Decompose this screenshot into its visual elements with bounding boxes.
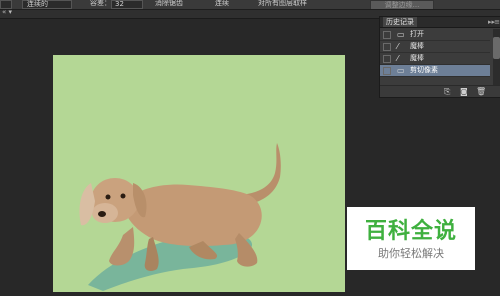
history-state-checkbox[interactable]: [383, 67, 391, 75]
document-icon: ▭: [397, 66, 405, 75]
watermark-subtitle: 助你轻松解决: [378, 247, 444, 260]
options-bar: 连续的 容差： 32 消除锯齿 连续 对所有图层取样 调整边缘...: [0, 0, 500, 10]
history-item-label: 魔棒: [410, 54, 424, 62]
history-item-label: 打开: [410, 30, 424, 38]
new-snapshot-icon[interactable]: ◙: [460, 86, 468, 97]
new-document-from-state-icon[interactable]: ⎘: [444, 86, 450, 97]
watermark-title: 百科全说: [364, 219, 457, 244]
refine-edge-button[interactable]: 调整边缘...: [370, 0, 434, 9]
tab-scroll-arrows[interactable]: « ▾: [2, 8, 12, 16]
history-state-checkbox[interactable]: [383, 55, 391, 63]
tolerance-label: 容差：: [90, 0, 111, 7]
history-state-checkbox[interactable]: [383, 43, 391, 51]
history-panel-footer: ⎘ ◙ 🗑: [380, 85, 500, 97]
history-scrollbar[interactable]: [493, 29, 500, 85]
history-item-magic-wand-2[interactable]: ⁄ 魔棒: [380, 53, 490, 65]
sample-size-value: 连续的: [27, 0, 48, 8]
history-scrollbar-thumb[interactable]: [493, 37, 500, 59]
history-item-open[interactable]: ▭ 打开: [380, 29, 490, 41]
watermark: 百科全说 助你轻松解决: [347, 207, 475, 270]
document-icon: ▭: [397, 30, 405, 39]
sample-all-layers-checkbox[interactable]: 对所有图层取样: [258, 0, 307, 8]
dog-image: [79, 143, 281, 291]
history-item-magic-wand-1[interactable]: ⁄ 魔棒: [380, 41, 490, 53]
history-panel: 历史记录 ▸▸ ≡ ▭ 打开 ⁄ 魔棒 ⁄ 魔棒 ▭ 剪切像素 ⎘ ◙ 🗑: [379, 16, 500, 98]
panel-menu-icon[interactable]: ≡: [494, 17, 500, 27]
magic-wand-icon: ⁄: [397, 54, 399, 63]
document-canvas[interactable]: [53, 55, 345, 292]
contiguous-checkbox[interactable]: 连续: [215, 0, 229, 8]
trash-icon[interactable]: 🗑: [476, 86, 486, 97]
history-panel-tab[interactable]: 历史记录: [383, 17, 417, 27]
history-state-checkbox[interactable]: [383, 31, 391, 39]
tolerance-value: 32: [115, 0, 124, 8]
sample-size-dropdown[interactable]: 连续的: [22, 0, 72, 9]
history-item-cut-pixels[interactable]: ▭ 剪切像素: [380, 65, 490, 77]
magic-wand-icon: ⁄: [397, 42, 399, 51]
history-item-label: 剪切像素: [410, 66, 438, 74]
anti-alias-checkbox[interactable]: 消除锯齿: [155, 0, 183, 8]
tolerance-input[interactable]: 32: [111, 0, 143, 9]
history-panel-header: 历史记录 ▸▸ ≡: [380, 17, 500, 28]
history-item-label: 魔棒: [410, 42, 424, 50]
